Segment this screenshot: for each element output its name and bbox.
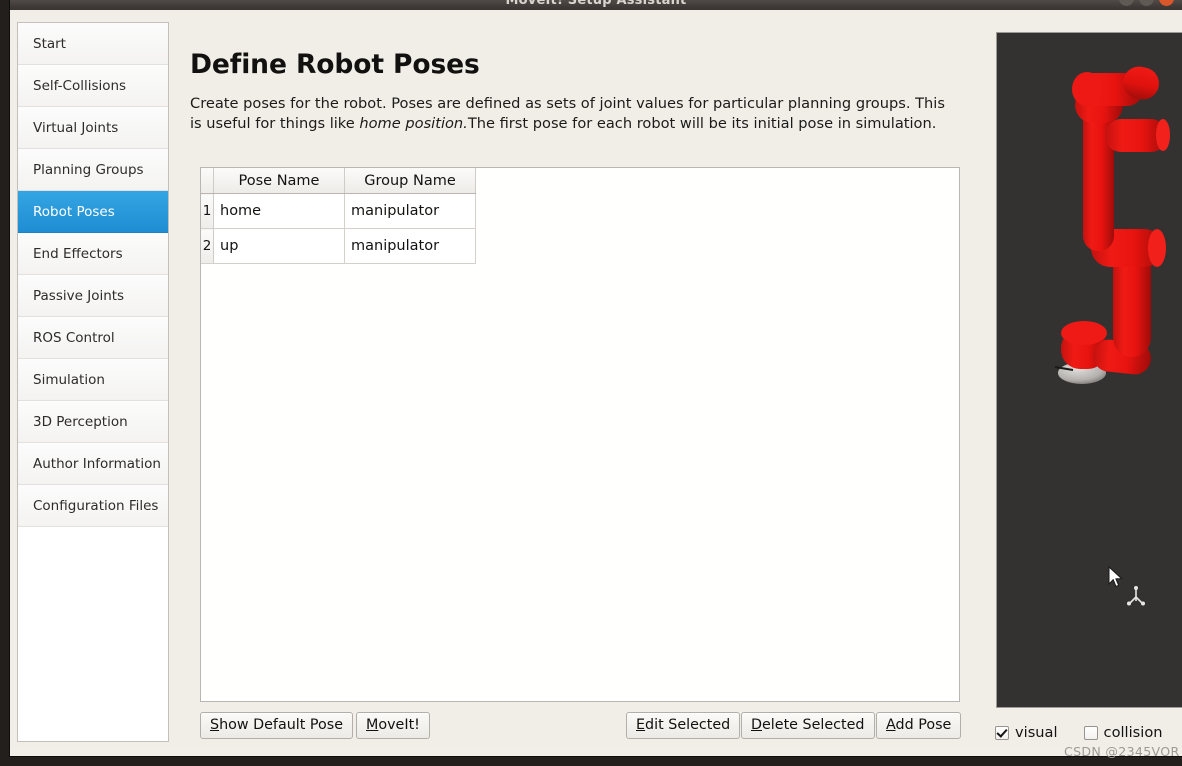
visual-checkbox[interactable] [995,725,1009,740]
label: elete Selected [762,717,865,733]
label: how Default Pose [219,717,344,733]
description-emphasis: home position. [359,115,468,133]
collision-checkbox-wrapper[interactable]: collision [1083,724,1163,741]
row-number: 1 [201,193,214,229]
poses-table: Pose Name Group Name 1 home manipulator [201,168,476,264]
mnemonic: M [366,717,379,733]
view-options-bar: visual collision [995,724,1163,741]
close-button[interactable] [1159,0,1174,6]
row-number: 2 [201,228,214,264]
sidebar-item-label: Robot Poses [33,204,115,220]
application-window: MoveIt! Setup Assistant Start Self-Colli… [10,0,1182,756]
robot-model [1054,66,1170,384]
sidebar-item-author-information[interactable]: Author Information [18,443,168,485]
moveit-button[interactable]: MoveIt! [356,712,430,739]
table-header-row: Pose Name Group Name [201,168,476,194]
mnemonic: S [210,717,220,733]
visual-checkbox-label: visual [1015,724,1058,741]
sidebar-item-label: Simulation [33,372,105,388]
delete-selected-button[interactable]: Delete Selected [741,712,875,739]
sidebar-item-label: 3D Perception [33,414,128,430]
navigation-sidebar: Start Self-Collisions Virtual Joints Pla… [17,22,169,742]
edit-selected-button[interactable]: Edit Selected [626,712,741,739]
label: dd Pose [895,717,952,733]
desktop-background: MoveIt! Setup Assistant Start Self-Colli… [0,0,1182,766]
sidebar-item-label: End Effectors [33,246,123,262]
sidebar-item-robot-poses[interactable]: Robot Poses [18,191,168,233]
sidebar-item-self-collisions[interactable]: Self-Collisions [18,65,168,107]
visual-checkbox-wrapper[interactable]: visual [995,724,1058,741]
mouse-cursor [1108,566,1123,588]
window-title: MoveIt! Setup Assistant [505,0,687,8]
window-body: Start Self-Collisions Virtual Joints Pla… [10,10,1182,748]
poses-table-panel[interactable]: Pose Name Group Name 1 home manipulator [200,167,960,702]
column-header-pose-name[interactable]: Pose Name [213,168,345,194]
minimize-button[interactable] [1119,0,1134,6]
collision-checkbox-label: collision [1103,724,1163,741]
sidebar-item-configuration-files[interactable]: Configuration Files [18,485,168,527]
sidebar-empty-area [18,527,168,741]
description-text-2: The first pose for each robot will be it… [467,115,937,133]
collision-checkbox[interactable] [1083,725,1098,740]
window-controls [1119,0,1174,6]
sidebar-item-label: Virtual Joints [33,120,119,136]
watermark-text: CSDN @2345VOR [1064,744,1180,759]
cell-pose-name[interactable]: home [213,193,345,229]
main-content: Define Robot Poses Create poses for the … [180,22,980,742]
sidebar-item-planning-groups[interactable]: Planning Groups [18,149,168,191]
table-row[interactable]: 1 home manipulator [201,193,476,229]
add-pose-button[interactable]: Add Pose [876,712,962,739]
sidebar-item-label: Passive Joints [33,288,125,304]
sidebar-item-3d-perception[interactable]: 3D Perception [18,401,168,443]
rviz-3d-viewport[interactable] [996,32,1182,708]
table-corner-header [201,168,214,194]
move-axis-gizmo-icon [1127,586,1145,606]
sidebar-item-label: Self-Collisions [33,78,127,94]
show-default-pose-button[interactable]: Show Default Pose [200,712,354,739]
sidebar-item-label: Configuration Files [33,498,159,514]
sidebar-item-start[interactable]: Start [18,23,168,65]
window-titlebar[interactable]: MoveIt! Setup Assistant [10,0,1182,10]
sidebar-item-passive-joints[interactable]: Passive Joints [18,275,168,317]
sidebar-item-end-effectors[interactable]: End Effectors [18,233,168,275]
mnemonic: D [751,717,763,733]
sidebar-item-ros-control[interactable]: ROS Control [18,317,168,359]
column-header-group-name[interactable]: Group Name [344,168,476,194]
sidebar-item-label: ROS Control [33,330,115,346]
maximize-button[interactable] [1139,0,1154,6]
cell-group-name[interactable]: manipulator [344,228,476,264]
page-description: Create poses for the robot. Poses are de… [190,94,952,134]
cell-group-name[interactable]: manipulator [344,193,476,229]
sidebar-item-virtual-joints[interactable]: Virtual Joints [18,107,168,149]
table-row[interactable]: 2 up manipulator [201,228,476,264]
page-title: Define Robot Poses [190,49,480,80]
sidebar-item-simulation[interactable]: Simulation [18,359,168,401]
sidebar-item-label: Start [33,36,66,52]
sidebar-item-label: Planning Groups [33,162,144,178]
cell-pose-name[interactable]: up [213,228,345,264]
mnemonic: A [886,717,896,733]
label: oveIt! [378,717,420,733]
mnemonic: E [636,717,646,733]
sidebar-item-label: Author Information [33,456,161,472]
label: dit Selected [645,717,731,733]
